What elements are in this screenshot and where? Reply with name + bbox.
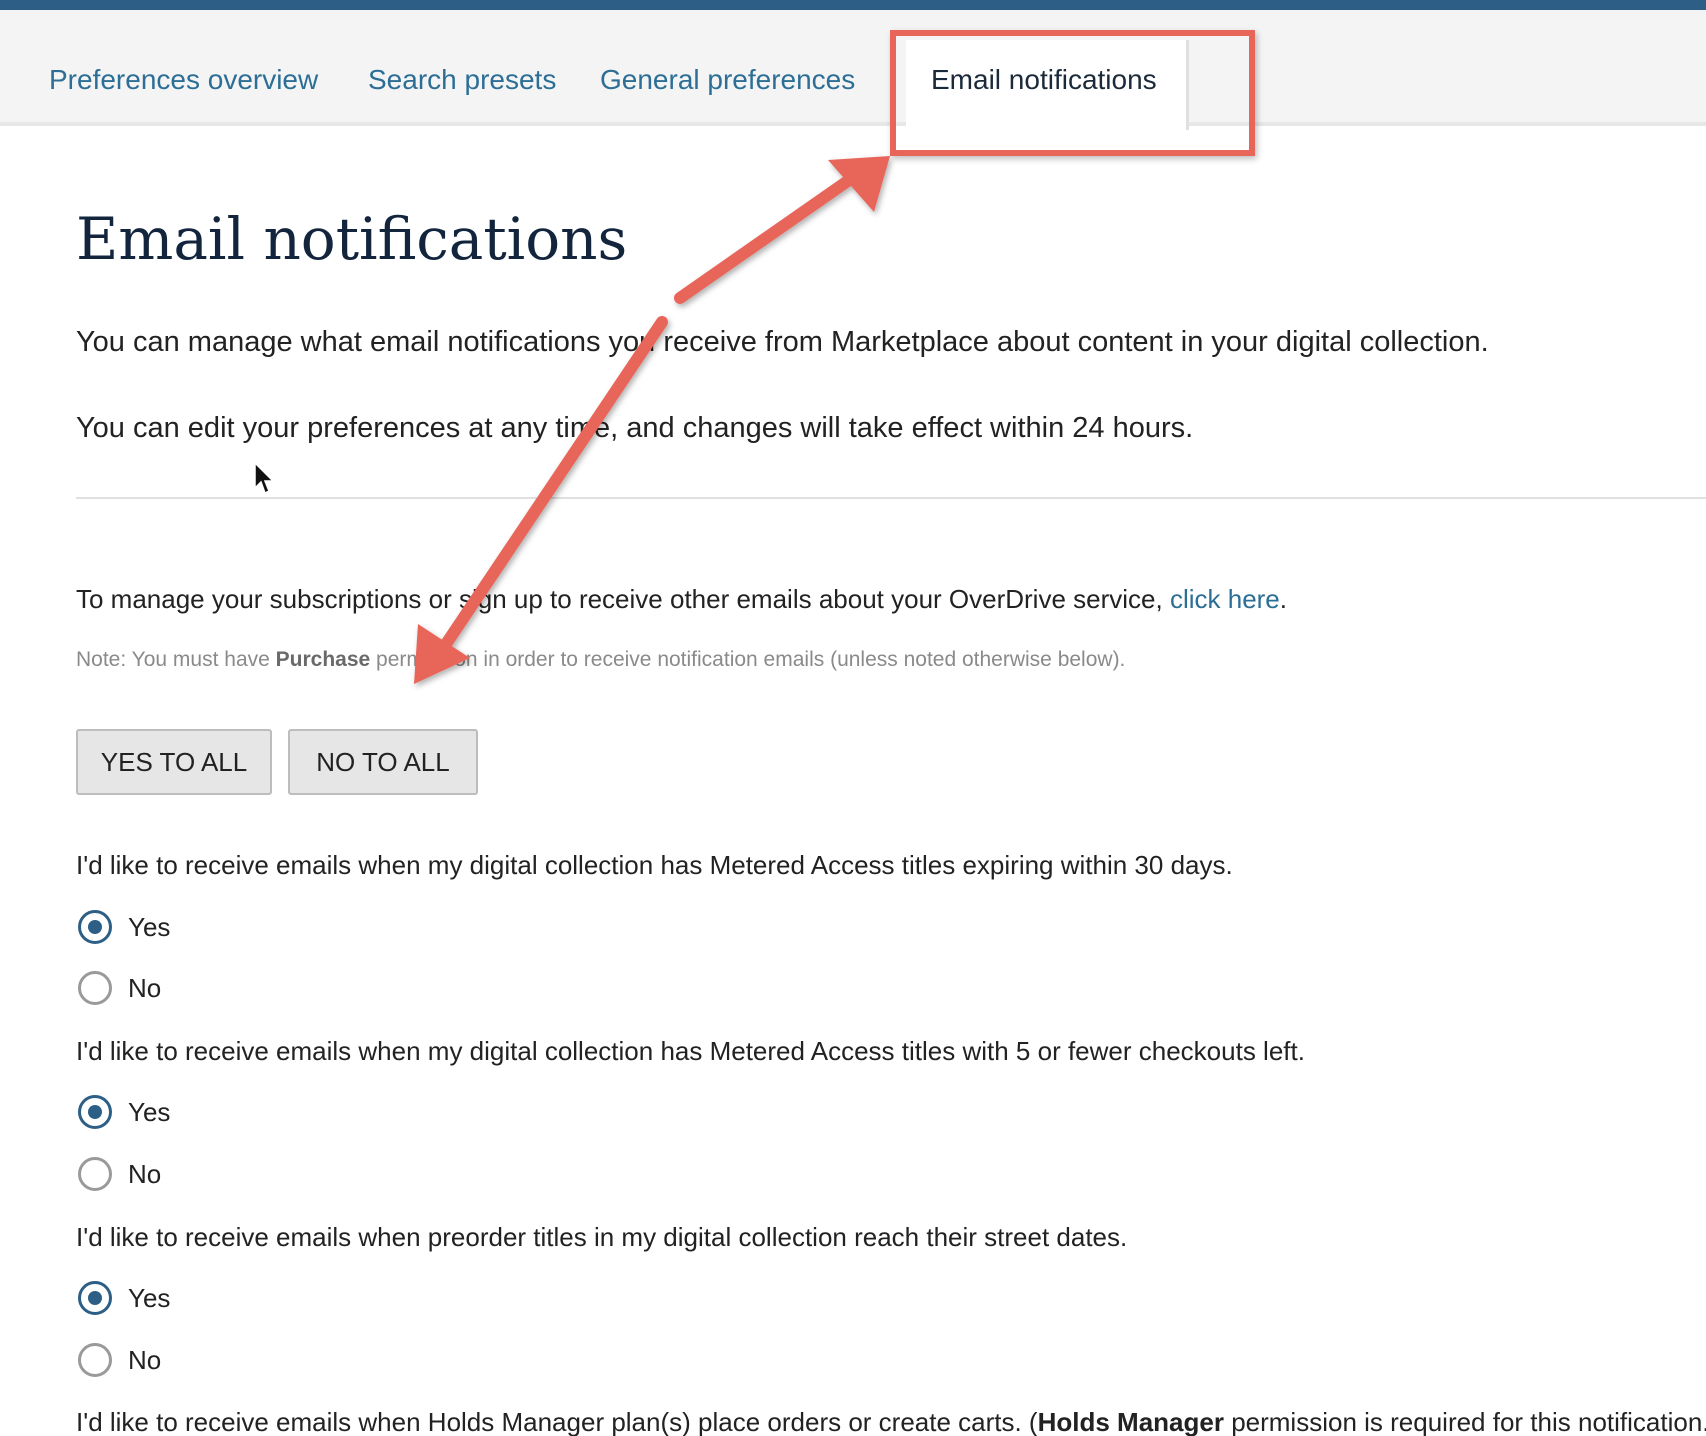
email-notifications-page: Preferences overview Search presets Gene…	[0, 0, 1706, 1436]
section-divider	[76, 497, 1706, 499]
note-permission-name: Purchase	[275, 648, 371, 671]
q3-yes-radio[interactable]	[78, 1281, 112, 1315]
q2-no-label: No	[128, 1158, 162, 1189]
q4-text-prefix: I'd like to receive emails when Holds Ma…	[76, 1407, 1038, 1436]
q1-no-label: No	[128, 972, 162, 1003]
no-to-all-button[interactable]: NO TO ALL	[288, 729, 478, 795]
q3-no-label: No	[128, 1344, 162, 1375]
click-here-link[interactable]: click here	[1170, 584, 1280, 614]
permission-note: Note: You must have Purchase permission …	[76, 648, 1125, 672]
q2-yes-radio[interactable]	[78, 1095, 112, 1129]
q4-text-suffix: permission is required for this notifica…	[1223, 1407, 1706, 1436]
q1-yes-radio[interactable]	[78, 910, 112, 944]
tab-search-presets[interactable]: Search presets	[368, 64, 556, 96]
note-prefix: Note: You must have	[76, 648, 276, 671]
subscriptions-text-end: .	[1279, 584, 1288, 614]
q1-no-option[interactable]: No	[78, 968, 161, 1008]
tab-preferences-overview[interactable]: Preferences overview	[49, 64, 318, 96]
top-accent-bar	[0, 0, 1706, 10]
q1-yes-label: Yes	[128, 911, 171, 942]
q3-yes-option[interactable]: Yes	[78, 1278, 170, 1318]
q3-no-option[interactable]: No	[78, 1340, 161, 1380]
subscriptions-text: To manage your subscriptions or sign up …	[76, 584, 1287, 615]
q2-yes-label: Yes	[128, 1096, 171, 1127]
subscriptions-text-main: To manage your subscriptions or sign up …	[76, 584, 1170, 614]
question-few-checkouts: I'd like to receive emails when my digit…	[76, 1036, 1305, 1066]
yes-to-all-button[interactable]: YES TO ALL	[76, 729, 272, 795]
arrow-to-tab-icon	[674, 156, 890, 304]
intro-paragraph-2: You can edit your preferences at any tim…	[76, 412, 1194, 444]
q1-yes-option[interactable]: Yes	[78, 907, 170, 947]
tab-general-preferences[interactable]: General preferences	[600, 64, 855, 96]
q2-no-option[interactable]: No	[78, 1154, 161, 1194]
q3-no-radio[interactable]	[78, 1343, 112, 1377]
intro-paragraph-1: You can manage what email notifications …	[76, 326, 1489, 358]
question-holds-manager: I'd like to receive emails when Holds Ma…	[76, 1407, 1706, 1436]
q3-yes-label: Yes	[128, 1282, 171, 1313]
q2-no-radio[interactable]	[78, 1157, 112, 1191]
page-title: Email notifications	[76, 205, 628, 273]
preferences-tab-bar: Preferences overview Search presets Gene…	[0, 10, 1706, 130]
q4-permission-name: Holds Manager	[1037, 1407, 1224, 1436]
q2-yes-option[interactable]: Yes	[78, 1092, 170, 1132]
q1-no-radio[interactable]	[78, 971, 112, 1005]
note-suffix: permission in order to receive notificat…	[370, 648, 1126, 671]
question-expiring-titles: I'd like to receive emails when my digit…	[76, 850, 1233, 880]
mouse-pointer-icon	[254, 462, 275, 495]
question-preorder-street-dates: I'd like to receive emails when preorder…	[76, 1222, 1128, 1252]
annotation-highlight-box	[890, 30, 1255, 156]
arrow-to-buttons-icon	[414, 316, 668, 684]
